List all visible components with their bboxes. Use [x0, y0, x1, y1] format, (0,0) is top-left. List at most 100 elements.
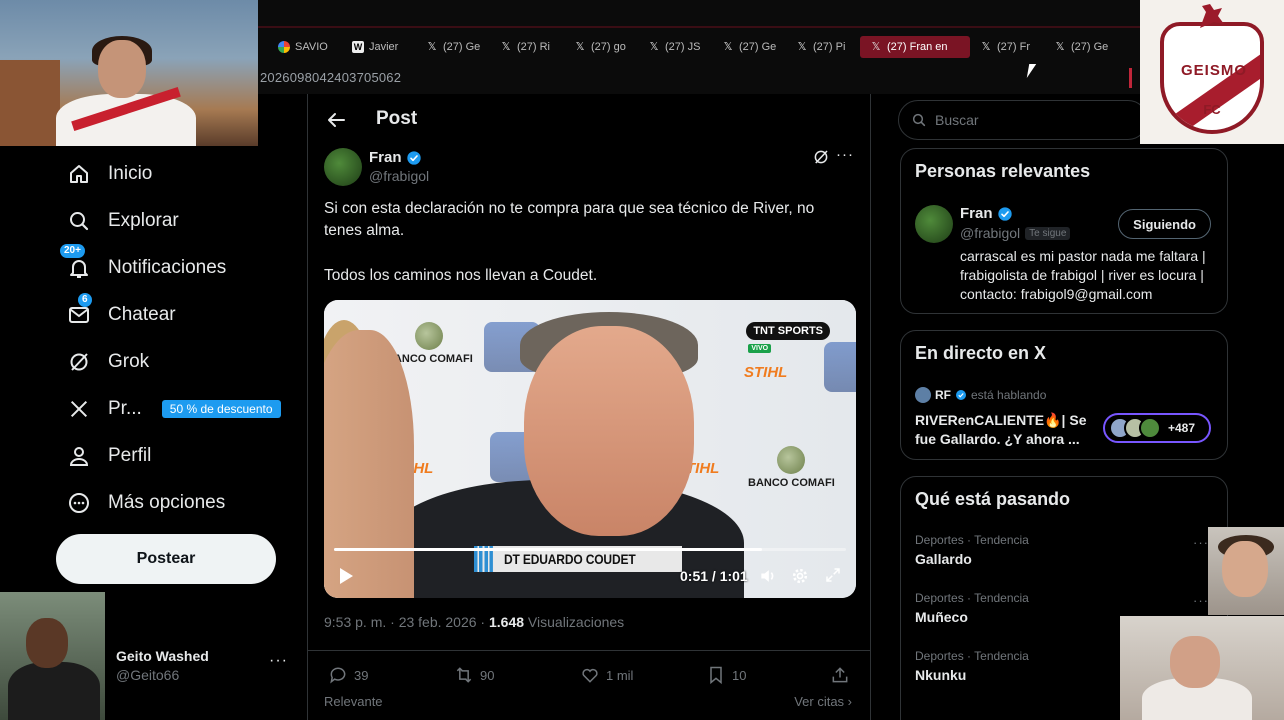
browser-tab[interactable]: 𝕏 (27) JS [638, 36, 712, 58]
account-switcher[interactable]: Geito Washed @Geito66 ··· [116, 648, 296, 683]
following-button[interactable]: Siguiendo [1118, 209, 1211, 239]
address-bar[interactable]: 2026098042403705062 [258, 62, 1140, 94]
relevant-user-name-row[interactable]: Fran [960, 205, 1013, 222]
view-quotes-link[interactable]: Ver citas › [794, 694, 852, 709]
browser-tab[interactable]: 𝕏 (27) Ge [712, 36, 786, 58]
more-circle-icon [66, 490, 92, 516]
verified-badge-icon [956, 390, 966, 400]
sidebar-item-chat[interactable]: 6 Chatear [58, 291, 298, 338]
video-player[interactable]: BANCO COMAFI BANCO COMAFI STIHL STIHL ST… [324, 300, 856, 598]
search-box[interactable] [898, 100, 1148, 140]
like-count: 1 mil [606, 667, 634, 683]
heart-icon [582, 668, 598, 683]
fullscreen-icon[interactable] [824, 566, 842, 584]
relevant-user-handle[interactable]: @frabigol [960, 225, 1020, 241]
sidebar-item-grok[interactable]: Grok [58, 338, 298, 385]
home-icon [66, 161, 92, 187]
author-avatar[interactable] [324, 148, 362, 186]
sidebar-item-profile[interactable]: Perfil [58, 432, 298, 479]
avatar[interactable] [915, 205, 953, 243]
browser-tab[interactable]: 𝕏 (27) Fr [970, 36, 1044, 58]
x-logo-icon: 𝕏 [427, 41, 437, 53]
live-on-x-card: En directo en X RF está hablando RIVERen… [900, 330, 1228, 460]
browser-tab-label: (27) Fran en [887, 41, 948, 53]
browser-tab[interactable]: 𝕏 (27) Ge [416, 36, 490, 58]
browser-tab[interactable]: 𝕏 (27) Ge [1044, 36, 1118, 58]
sidebar-item-label: Inicio [108, 162, 153, 184]
back-arrow-icon[interactable] [324, 108, 348, 132]
browser-tab[interactable]: 𝕏 (27) Fran en [860, 36, 970, 58]
live-space-join[interactable]: +487 [1103, 413, 1211, 443]
relevant-people-card: Personas relevantes Fran @frabigol Te si… [900, 148, 1228, 314]
sidebar-item-explore[interactable]: Explorar [58, 197, 298, 244]
play-icon[interactable] [340, 568, 353, 584]
browser-tab-label: (27) Ri [517, 41, 551, 53]
grok-icon [66, 349, 92, 375]
x-logo-icon: 𝕏 [501, 41, 511, 53]
browser-tab-label: (27) go [591, 41, 626, 53]
browser-tab[interactable]: 𝕏 (27) Ri [490, 36, 564, 58]
live-space-title[interactable]: RIVERenCALIENTE🔥| Se fue Gallardo. ¿Y ah… [915, 411, 1091, 449]
channel-logo: TNT SPORTS VIVO [746, 322, 830, 353]
url-marker [1129, 68, 1132, 88]
interviewer-figure [324, 330, 414, 598]
chat-count-badge: 6 [78, 293, 92, 307]
browser-tab[interactable]: 𝕏 (27) go [564, 36, 638, 58]
like-button[interactable]: 1 mil [580, 665, 633, 685]
trend-more-icon[interactable]: ··· [1193, 593, 1209, 608]
sidebar-item-notifications[interactable]: 20+ Notificaciones [58, 244, 298, 291]
sidebar-item-label: Notificaciones [108, 256, 227, 278]
replies-sort[interactable]: Relevante [324, 694, 383, 709]
post-timestamp[interactable]: 9:53 p. m. · 23 feb. 2026 · [324, 614, 489, 630]
author-name-row[interactable]: Fran [369, 149, 422, 166]
club-crest-sub: FC [1203, 102, 1221, 117]
card-title: Qué está pasando [915, 489, 1071, 509]
settings-gear-icon[interactable] [790, 566, 810, 586]
trend-more-icon[interactable]: ··· [1193, 535, 1209, 550]
author-handle[interactable]: @frabigol [369, 168, 429, 184]
post-text: Si con esta declaración no te compra par… [324, 198, 854, 310]
browser-tab-bar: SAVIO W Javier 𝕏 (27) Ge 𝕏 (27) Ri 𝕏 (27) go 𝕏 (27… [258, 0, 1140, 62]
video-progress-bar[interactable] [334, 548, 846, 551]
post-text-line: Todos los caminos nos llevan a Coudet. [324, 267, 598, 284]
sidebar-item-premium[interactable]: Pr... 50 % de descuento [58, 385, 298, 432]
repost-button[interactable]: 90 [454, 665, 494, 685]
post-text-line: Si con esta declaración no te compra par… [324, 200, 815, 239]
more-dots-icon[interactable]: ··· [269, 652, 288, 670]
repost-count: 90 [480, 667, 495, 683]
relevant-user-name[interactable]: Fran [960, 205, 993, 222]
author-name[interactable]: Fran [369, 149, 402, 166]
share-button[interactable] [830, 665, 850, 685]
post-button[interactable]: Postear [56, 534, 276, 584]
grok-icon[interactable] [812, 148, 830, 166]
browser-tab[interactable]: 𝕏 (27) Pi [786, 36, 860, 58]
volume-icon[interactable] [758, 566, 778, 586]
live-host-row: RF está hablando [915, 387, 1046, 403]
reply-count: 39 [354, 667, 369, 683]
trend-item[interactable]: Deportes · Tendencia Nkunku [915, 649, 1029, 683]
trend-item[interactable]: Deportes · Tendencia Muñeco [915, 591, 1029, 625]
video-time: 0:51 / 1:01 [680, 568, 748, 584]
club-crest-name: GEISMO [1180, 62, 1247, 79]
x-logo-icon: 𝕏 [871, 41, 881, 53]
reply-button[interactable]: 39 [328, 665, 368, 685]
post-meta: 9:53 p. m. · 23 feb. 2026 · 1.648 Visual… [324, 614, 624, 630]
person-icon [66, 443, 92, 469]
browser-tab[interactable]: SAVIO [268, 36, 342, 58]
listener-count: +487 [1168, 421, 1196, 435]
card-title: Personas relevantes [915, 161, 1091, 181]
bookmark-button[interactable]: 10 [706, 665, 746, 685]
sidebar-item-home[interactable]: Inicio [58, 150, 298, 197]
post-column: Post Fran @frabigol ··· Si con esta decl… [307, 94, 871, 720]
browser-tab[interactable]: W Javier [342, 36, 416, 58]
avatar [1139, 417, 1161, 439]
premium-discount-badge: 50 % de descuento [161, 399, 281, 418]
trend-category: Deportes · Tendencia [915, 533, 1029, 547]
sponsor-logo: BANCO COMAFI [748, 446, 835, 489]
url-text[interactable]: 2026098042403705062 [260, 70, 401, 85]
trend-item[interactable]: Deportes · Tendencia Gallardo [915, 533, 1029, 567]
sidebar-item-more[interactable]: Más opciones [58, 479, 298, 526]
search-input[interactable] [935, 112, 1125, 128]
bell-icon [66, 255, 92, 281]
post-more-icon[interactable]: ··· [836, 146, 854, 163]
